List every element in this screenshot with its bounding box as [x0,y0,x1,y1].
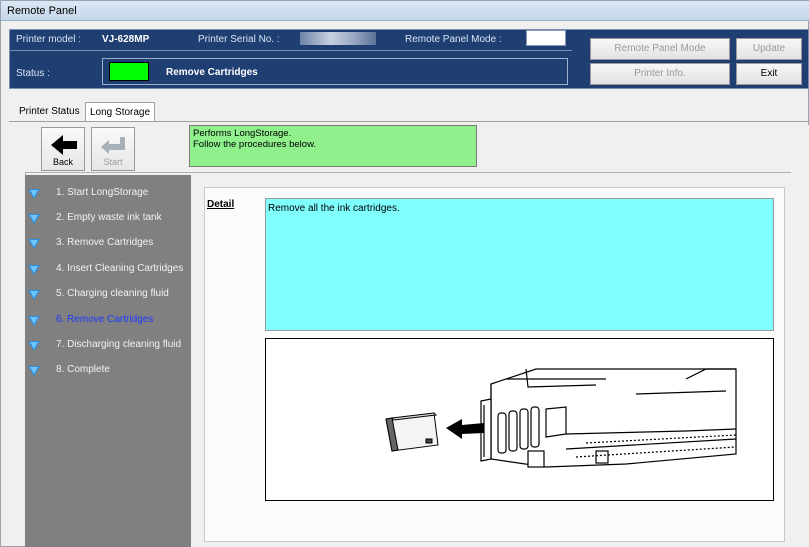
back-button[interactable]: Back [41,127,85,171]
step-triangle-icon [28,341,40,351]
title-bar: Remote Panel [1,1,809,21]
tab-printer-status[interactable]: Printer Status [15,102,84,121]
status-field: Remove Cartridges [102,58,568,85]
remote-mode-label: Remote Panel Mode : [405,34,502,45]
enter-arrow-icon [101,137,125,154]
update-button[interactable]: Update [736,38,802,60]
remote-panel-window: Remote Panel Printer model : VJ-628MP Pr… [0,0,809,547]
step-label: 6. Remove Cartridges [56,314,154,325]
printer-header: Printer model : VJ-628MP Printer Serial … [9,29,809,89]
status-text: Remove Cartridges [166,67,258,78]
step-label: 3. Remove Cartridges [56,237,154,248]
instruction-line-2: Follow the procedures below. [193,139,317,150]
step-item: 7. Discharging cleaning fluid [25,335,191,355]
step-triangle-icon [28,366,40,376]
step-label: 7. Discharging cleaning fluid [56,339,182,350]
left-arrow-icon [51,135,77,155]
header-divider [10,50,572,51]
printer-model-value: VJ-628MP [102,34,150,45]
step-triangle-icon [28,189,40,199]
step-item: 1. Start LongStorage [25,183,191,203]
step-label: 1. Start LongStorage [56,187,149,198]
illustration-box [265,338,774,501]
exit-button[interactable]: Exit [736,63,802,85]
tab-long-storage[interactable]: Long Storage [85,102,156,121]
step-triangle-icon [28,214,40,224]
serial-label: Printer Serial No. : [198,34,280,45]
printer-model-label: Printer model : [16,34,82,45]
start-label: Start [103,157,123,167]
remote-panel-mode-button[interactable]: Remote Panel Mode [590,38,730,60]
step-item: 5. Charging cleaning fluid [25,284,191,304]
instruction-box: Performs LongStorage. Follow the procedu… [189,125,477,167]
step-item: 4. Insert Cleaning Cartridges [25,259,191,279]
step-item: 2. Empty waste ink tank [25,208,191,228]
start-button[interactable]: Start [91,127,135,171]
step-triangle-icon [28,239,40,249]
step-triangle-icon [28,316,40,326]
step-label: 4. Insert Cleaning Cartridges [56,263,184,274]
remote-mode-indicator [526,30,566,46]
instruction-line-1: Performs LongStorage. [193,128,292,139]
status-label: Status : [16,68,50,79]
back-label: Back [52,157,73,167]
step-item: 8. Complete [25,360,191,380]
steps-sidebar: 1. Start LongStorage 2. Empty waste ink … [25,175,191,547]
remove-cartridge-illustration [385,368,737,468]
step-label: 2. Empty waste ink tank [56,212,162,223]
detail-label: Detail [207,199,235,210]
detail-text-box: Remove all the ink cartridges. [265,198,774,331]
window-title: Remote Panel [7,5,77,17]
step-triangle-icon [28,290,40,300]
serial-value-redacted [300,32,376,45]
vertical-scrollbar[interactable] [791,125,809,547]
step-item-current: 6. Remove Cartridges [25,310,191,330]
step-triangle-icon [28,265,40,275]
step-label: 5. Charging cleaning fluid [56,288,169,299]
detail-text: Remove all the ink cartridges. [268,203,400,214]
step-item: 3. Remove Cartridges [25,233,191,253]
tab-divider [9,121,809,122]
step-label: 8. Complete [56,364,110,375]
status-color-indicator [109,62,149,81]
printer-info-button[interactable]: Printer Info. [590,63,730,85]
